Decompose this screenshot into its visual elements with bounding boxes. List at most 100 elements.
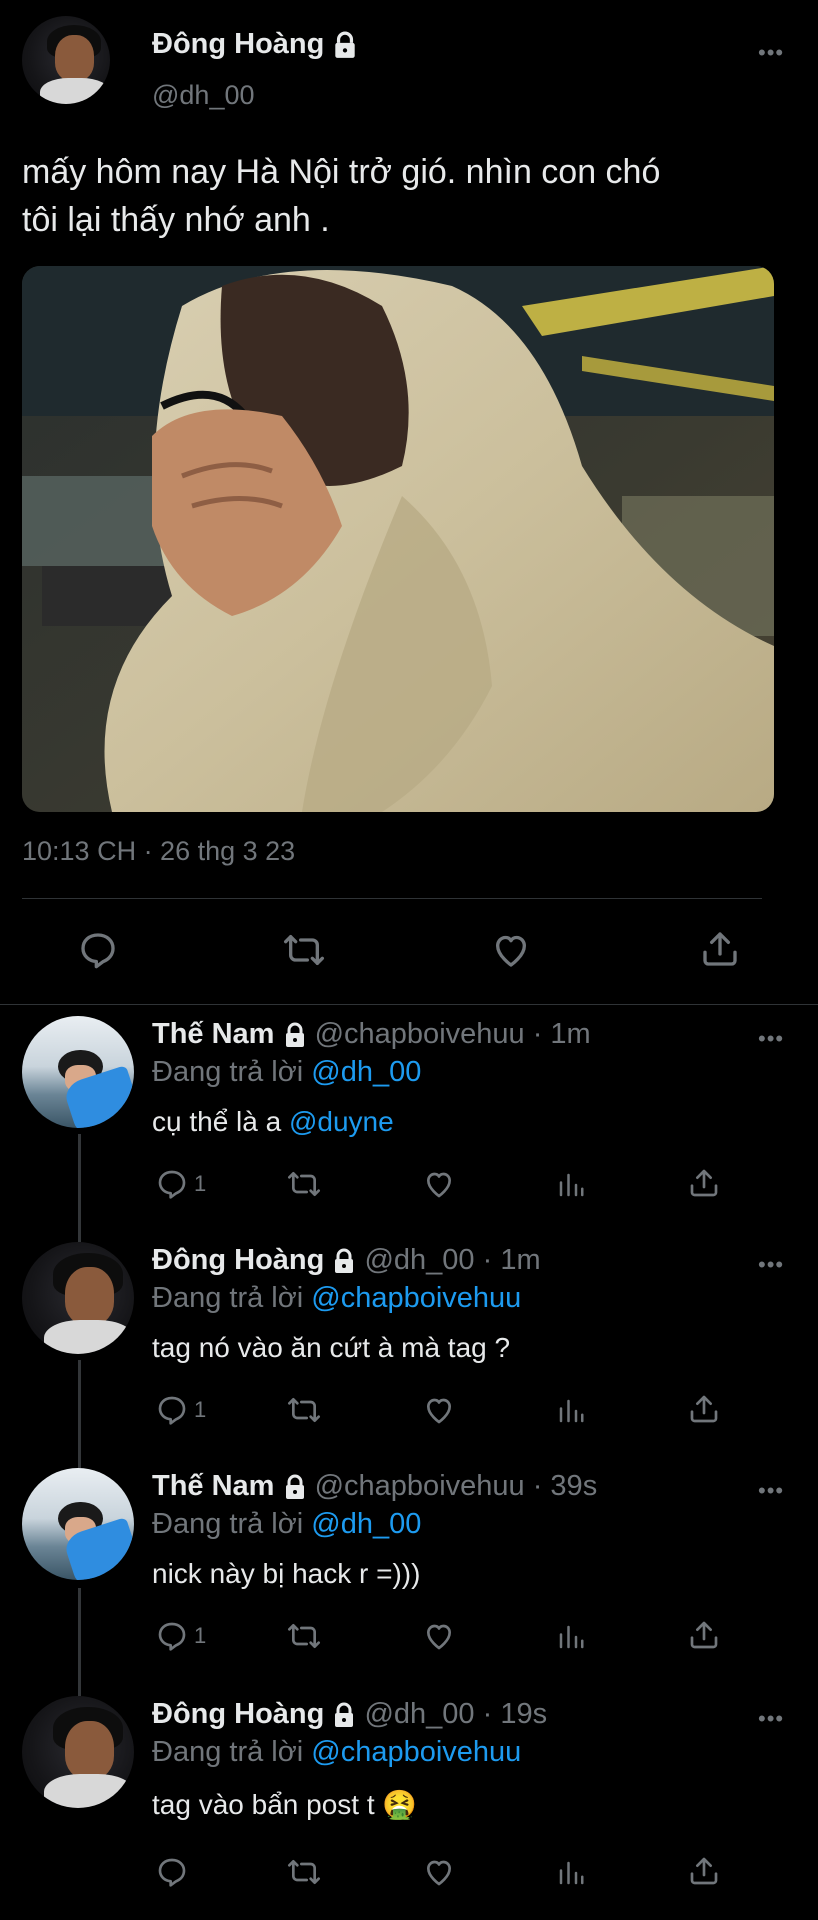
reply-tweet[interactable]: Đông Hoàng @dh_00 · 1m ••• Đang trả lời … <box>0 1236 818 1458</box>
replying-to-mention[interactable]: @chapboivehuu <box>311 1282 521 1314</box>
vomit-emoji-icon: 🤮 <box>382 1789 418 1820</box>
reply-author-handle[interactable]: @chapboivehuu <box>315 1018 525 1050</box>
analytics-button[interactable] <box>556 1622 586 1657</box>
more-options-button[interactable]: ••• <box>758 40 784 66</box>
reply-author-name[interactable]: Đông Hoàng <box>152 1698 324 1730</box>
reply-icon <box>158 1170 186 1199</box>
analytics-button[interactable] <box>556 1396 586 1431</box>
retweet-button[interactable] <box>286 1394 322 1431</box>
retweet-button[interactable] <box>286 1856 322 1893</box>
replying-to-label: Đang trả lời <box>152 1282 304 1314</box>
more-options-button[interactable]: ••• <box>758 1252 784 1278</box>
reply-text: tag vào bẩn post t 🤮 <box>152 1789 418 1820</box>
like-button[interactable] <box>422 1620 456 1657</box>
reply-button[interactable] <box>78 930 118 975</box>
retweet-icon <box>288 1172 320 1196</box>
reply-author-handle[interactable]: @dh_00 <box>364 1698 474 1730</box>
reply-button[interactable]: 1 <box>156 1394 206 1426</box>
reply-icon <box>81 933 115 969</box>
retweet-icon <box>288 1398 320 1422</box>
replying-to-label: Đang trả lời <box>152 1736 304 1768</box>
like-button[interactable] <box>422 1856 456 1893</box>
reply-author-handle[interactable]: @chapboivehuu <box>315 1470 525 1502</box>
reply-author-handle[interactable]: @dh_00 <box>364 1244 474 1276</box>
mention-link[interactable]: @duyne <box>289 1106 394 1137</box>
replying-to-label: Đang trả lời <box>152 1056 304 1088</box>
reply-author-name[interactable]: Đông Hoàng <box>152 1244 324 1276</box>
lock-icon <box>285 1022 304 1048</box>
heart-icon <box>427 1172 451 1198</box>
retweet-button[interactable] <box>282 930 326 975</box>
more-options-button[interactable]: ••• <box>758 1026 784 1052</box>
reply-author-avatar[interactable] <box>22 1696 134 1808</box>
replying-to-mention[interactable]: @dh_00 <box>311 1508 421 1540</box>
tweet-text: mấy hôm nay Hà Nội trở gió. nhìn con chó… <box>22 148 660 244</box>
replying-to-mention[interactable]: @chapboivehuu <box>311 1736 521 1768</box>
reply-time[interactable]: · 1m <box>483 1244 541 1276</box>
lock-icon <box>335 1702 354 1728</box>
main-author-handle[interactable]: @dh_00 <box>152 80 255 111</box>
reply-author-name[interactable]: Thế Nam <box>152 1470 274 1502</box>
analytics-icon <box>559 1399 584 1423</box>
reply-count: 1 <box>194 1171 207 1196</box>
share-icon <box>703 932 737 966</box>
reply-icon <box>158 1858 186 1887</box>
share-icon <box>690 1857 718 1885</box>
reply-author-avatar[interactable] <box>22 1016 134 1128</box>
reply-time[interactable]: · 1m <box>533 1018 591 1050</box>
share-button[interactable] <box>688 1392 720 1431</box>
analytics-icon <box>559 1173 584 1197</box>
analytics-icon <box>559 1861 584 1885</box>
tweet-timestamp[interactable]: 10:13 CH · 26 thg 3 23 <box>22 836 295 867</box>
share-button[interactable] <box>688 1166 720 1205</box>
reply-text: cụ thể là a @duyne <box>152 1106 394 1137</box>
reply-icon <box>158 1396 186 1425</box>
share-button[interactable] <box>700 928 740 975</box>
reply-count: 1 <box>194 1397 207 1422</box>
heart-icon <box>427 1624 451 1650</box>
lock-icon <box>335 31 356 59</box>
reply-text: tag nó vào ăn cứt à mà tag ? <box>152 1332 511 1363</box>
like-button[interactable] <box>490 930 532 975</box>
more-options-button[interactable]: ••• <box>758 1706 784 1732</box>
retweet-button[interactable] <box>286 1168 322 1205</box>
reply-button[interactable]: 1 <box>156 1168 206 1200</box>
like-button[interactable] <box>422 1168 456 1205</box>
share-icon <box>690 1395 718 1423</box>
reply-time[interactable]: · 39s <box>533 1470 597 1502</box>
photo-illustration <box>22 266 774 812</box>
reply-time[interactable]: · 19s <box>483 1698 547 1730</box>
replying-to-mention[interactable]: @dh_00 <box>311 1056 421 1088</box>
analytics-icon <box>559 1625 584 1649</box>
retweet-icon <box>288 1860 320 1884</box>
share-icon <box>690 1621 718 1649</box>
reply-tweet[interactable]: Thế Nam @chapboivehuu · 1m ••• Đang trả … <box>0 1010 818 1232</box>
divider <box>0 1004 818 1005</box>
reply-button[interactable] <box>156 1856 188 1893</box>
heart-icon <box>496 935 526 967</box>
share-icon <box>690 1169 718 1197</box>
analytics-button[interactable] <box>556 1170 586 1205</box>
more-options-button[interactable]: ••• <box>758 1478 784 1504</box>
tweet-text-line: mấy hôm nay Hà Nội trở gió. nhìn con chó <box>22 153 661 191</box>
like-button[interactable] <box>422 1394 456 1431</box>
share-button[interactable] <box>688 1854 720 1893</box>
reply-text: nick này bị hack r =))) <box>152 1558 421 1589</box>
reply-tweet[interactable]: Thế Nam @chapboivehuu · 39s ••• Đang trả… <box>0 1462 818 1684</box>
reply-button[interactable]: 1 <box>156 1620 206 1652</box>
reply-author-avatar[interactable] <box>22 1468 134 1580</box>
analytics-button[interactable] <box>556 1858 586 1893</box>
heart-icon <box>427 1860 451 1886</box>
retweet-button[interactable] <box>286 1620 322 1657</box>
reply-count: 1 <box>194 1623 207 1648</box>
main-author-avatar[interactable] <box>22 16 110 104</box>
tweet-photo[interactable] <box>22 266 774 812</box>
lock-icon <box>285 1474 304 1500</box>
share-button[interactable] <box>688 1618 720 1657</box>
reply-author-avatar[interactable] <box>22 1242 134 1354</box>
replying-to-label: Đang trả lời <box>152 1508 304 1540</box>
retweet-icon <box>288 1624 320 1648</box>
reply-author-name[interactable]: Thế Nam <box>152 1018 274 1050</box>
main-author-name[interactable]: Đông Hoàng <box>152 28 358 61</box>
reply-tweet[interactable]: Đông Hoàng @dh_00 · 19s ••• Đang trả lời… <box>0 1690 818 1916</box>
